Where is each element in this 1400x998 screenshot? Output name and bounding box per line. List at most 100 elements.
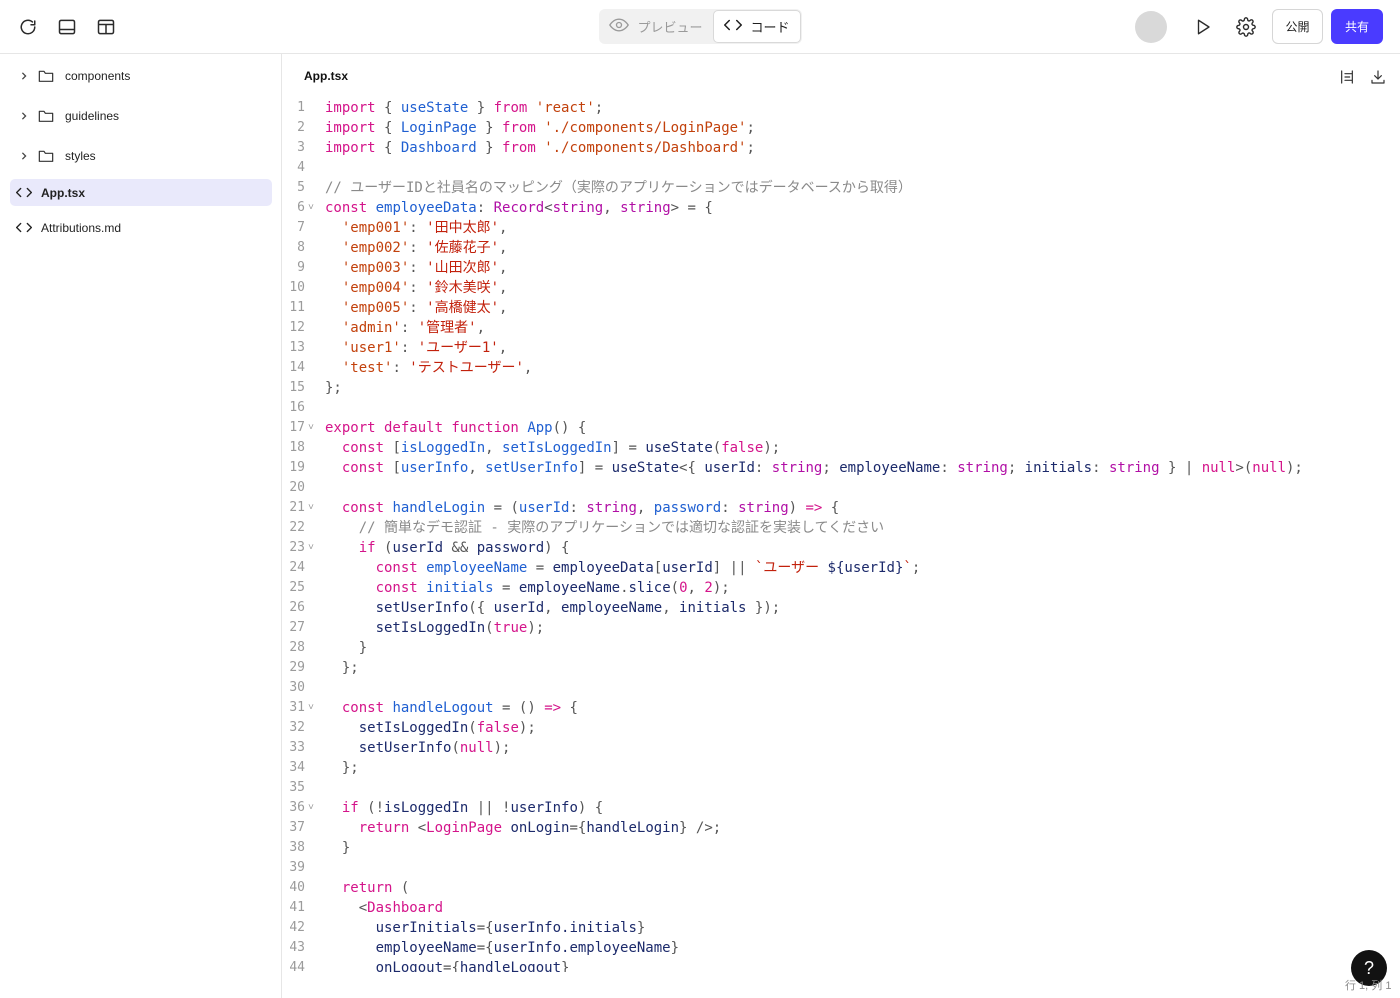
chevron-right-icon[interactable] [10, 151, 38, 160]
code-line[interactable]: 44 onLogout={handleLogout} [283, 958, 1400, 972]
code-line[interactable]: 23 ˅ if (userId && password) { [283, 538, 1400, 558]
format-icon[interactable] [1336, 66, 1358, 88]
code-line[interactable]: 17 ˅ export default function App() { [283, 418, 1400, 438]
tree-item-label: App.tsx [41, 185, 86, 200]
line-number: 1 [297, 100, 305, 115]
code-line[interactable]: 37 return <LoginPage onLogin={handleLogi… [283, 818, 1400, 838]
code-line[interactable]: 42 userInitials={userInfo.initials} [283, 918, 1400, 938]
tree-file-app-tsx[interactable]: App.tsx [10, 179, 272, 206]
code-line[interactable]: 3 import { Dashboard } from './components… [283, 138, 1400, 158]
line-number: 7 [297, 220, 305, 235]
code-line[interactable]: 30 [283, 678, 1400, 698]
code-line[interactable]: 24 const employeeName = employeeData[use… [283, 558, 1400, 578]
line-number: 6 [297, 200, 305, 215]
code-line[interactable]: 26 setUserInfo({ userId, employeeName, i… [283, 598, 1400, 618]
code-text: const employeeName = employeeData[userId… [375, 560, 921, 576]
line-number: 35 [289, 780, 305, 795]
refresh-icon[interactable] [14, 13, 42, 41]
chevron-right-icon[interactable] [10, 71, 38, 80]
chevron-right-icon[interactable] [10, 111, 38, 120]
line-number: 39 [289, 860, 305, 875]
play-icon[interactable] [1189, 13, 1217, 41]
tree-folder-components[interactable]: components [10, 62, 272, 89]
code-line[interactable]: 33 setUserInfo(null); [283, 738, 1400, 758]
code-line[interactable]: 21 ˅ const handleLogin = (userId: string,… [283, 498, 1400, 518]
code-text: const handleLogout = () => { [341, 700, 578, 716]
code-area[interactable]: 1 import { useState } from 'react'; 2 impor… [283, 98, 1400, 972]
code-text: <Dashboard [325, 900, 444, 916]
code-line[interactable]: 6 ˅ const employeeData: Record<string, str… [283, 198, 1400, 218]
download-icon[interactable] [1367, 66, 1389, 88]
fold-chevron-icon[interactable]: ˅ [308, 538, 314, 558]
fold-chevron-icon[interactable]: ˅ [308, 198, 314, 218]
tree-folder-guidelines[interactable]: guidelines [10, 102, 272, 129]
line-number: 44 [289, 960, 305, 972]
code-line[interactable]: 7 'emp001': '田中太郎', [283, 218, 1400, 238]
code-line[interactable]: 19 const [userInfo, setUserInfo] = useSt… [283, 458, 1400, 478]
code-line[interactable]: 34 }; [283, 758, 1400, 778]
code-line[interactable]: 4 [283, 158, 1400, 178]
code-text: return <LoginPage onLogin={handleLogin} … [358, 820, 722, 836]
publish-button[interactable]: 公開 [1272, 9, 1323, 44]
code-line[interactable]: 29 }; [283, 658, 1400, 678]
line-number: 22 [289, 520, 305, 535]
code-line[interactable]: 39 [283, 858, 1400, 878]
fold-chevron-icon[interactable]: ˅ [308, 698, 314, 718]
avatar[interactable] [1135, 11, 1167, 43]
code-line[interactable]: 38 } [283, 838, 1400, 858]
line-number: 9 [297, 260, 305, 275]
code-line[interactable]: 28 } [283, 638, 1400, 658]
code-line[interactable]: 9 'emp003': '山田次郎', [283, 258, 1400, 278]
panel-split-icon[interactable] [92, 13, 120, 41]
line-number: 20 [289, 480, 305, 495]
fold-chevron-icon[interactable]: ˅ [308, 498, 314, 518]
panel-bottom-icon[interactable] [53, 13, 81, 41]
share-button[interactable]: 共有 [1331, 9, 1383, 44]
code-line[interactable]: 13 'user1': 'ユーザー1', [283, 338, 1400, 358]
code-text: const initials = employeeName.slice(0, 2… [375, 580, 730, 596]
code-line[interactable]: 1 import { useState } from 'react'; [283, 98, 1400, 118]
code-line[interactable]: 11 'emp005': '高橋健太', [283, 298, 1400, 318]
code-line[interactable]: 22 // 簡単なデモ認証 - 実際のアプリケーションでは適切な認証を実装してく… [283, 518, 1400, 538]
code-text: 'user1': 'ユーザー1', [341, 340, 508, 356]
line-number: 40 [289, 880, 305, 895]
code-line[interactable]: 31 ˅ const handleLogout = () => { [283, 698, 1400, 718]
code-text: import { useState } from 'react'; [325, 100, 604, 116]
code-line[interactable]: 18 const [isLoggedIn, setIsLoggedIn] = u… [283, 438, 1400, 458]
code-line[interactable]: 36 ˅ if (!isLoggedIn || !userInfo) { [283, 798, 1400, 818]
code-text: const [isLoggedIn, setIsLoggedIn] = useS… [341, 440, 781, 456]
fold-chevron-icon[interactable]: ˅ [308, 798, 314, 818]
tree-folder-styles[interactable]: styles [10, 142, 272, 169]
code-line[interactable]: 41 <Dashboard [283, 898, 1400, 918]
code-text: const employeeData: Record<string, strin… [325, 200, 713, 216]
preview-tab[interactable]: プレビュー [599, 9, 713, 44]
code-text: setIsLoggedIn(false); [358, 720, 536, 736]
code-line[interactable]: 35 [283, 778, 1400, 798]
code-line[interactable]: 27 setIsLoggedIn(true); [283, 618, 1400, 638]
code-line[interactable]: 20 [283, 478, 1400, 498]
line-number: 38 [289, 840, 305, 855]
code-line[interactable]: 14 'test': 'テストユーザー', [283, 358, 1400, 378]
code-line[interactable]: 8 'emp002': '佐藤花子', [283, 238, 1400, 258]
code-line[interactable]: 40 return ( [283, 878, 1400, 898]
code-line[interactable]: 16 [283, 398, 1400, 418]
code-tab[interactable]: コード [713, 10, 801, 43]
fold-chevron-icon[interactable]: ˅ [308, 418, 314, 438]
tree-item-label: Attributions.md [41, 220, 122, 235]
line-number: 24 [289, 560, 305, 575]
code-line[interactable]: 15}; [283, 378, 1400, 398]
tree-file-attributions[interactable]: Attributions.md [10, 214, 272, 241]
line-number: 36 [289, 800, 305, 815]
code-line[interactable]: 5 // ユーザーIDと社員名のマッピング（実際のアプリケーションではデータベース… [283, 178, 1400, 198]
line-number: 19 [289, 460, 305, 475]
code-line[interactable]: 10 'emp004': '鈴木美咲', [283, 278, 1400, 298]
code-line[interactable]: 2 import { LoginPage } from './components… [283, 118, 1400, 138]
code-line[interactable]: 25 const initials = employeeName.slice(0… [283, 578, 1400, 598]
code-line[interactable]: 12 'admin': '管理者', [283, 318, 1400, 338]
code-text: setUserInfo(null); [358, 740, 511, 756]
code-text: setUserInfo({ userId, employeeName, init… [375, 600, 781, 616]
code-line[interactable]: 43 employeeName={userInfo.employeeName} [283, 938, 1400, 958]
gear-icon[interactable] [1232, 13, 1260, 41]
code-line[interactable]: 32 setIsLoggedIn(false); [283, 718, 1400, 738]
line-number: 11 [289, 300, 305, 315]
